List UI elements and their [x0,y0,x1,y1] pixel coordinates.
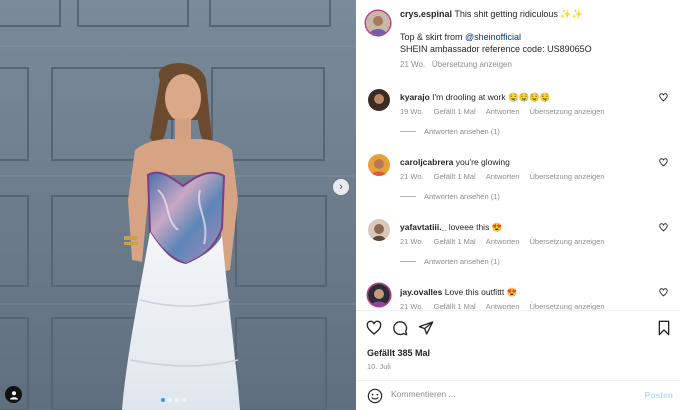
view-replies-label: Antworten ansehen (1) [424,257,500,266]
caption-text: This shit getting ridiculous ✨✨ [454,9,583,19]
comments-scroll-area[interactable]: crys.espinal This shit getting ridiculou… [356,0,680,310]
action-bar [366,320,434,336]
caption-time: 21 Wo. [400,60,426,69]
caption-line: Top & skirt from [400,32,466,42]
reply-button[interactable]: Antworten [486,237,520,246]
comment-likes-button[interactable]: Gefällt 1 Mal [434,107,476,116]
see-translation-button[interactable]: Übersetzung anzeigen [432,60,512,69]
comment-username[interactable]: caroljcabrera [400,157,453,167]
like-comment-heart-icon[interactable] [659,158,668,167]
chevron-right-icon: › [339,180,343,193]
comment-composer: Posten [356,380,680,410]
heart-icon[interactable] [366,320,382,336]
avatar[interactable] [368,284,390,306]
comment-username[interactable]: yafavtatiii._ [400,222,446,232]
view-replies-label: Antworten ansehen (1) [424,127,500,136]
carousel-dot [182,398,186,402]
post-media[interactable]: › [0,0,356,410]
see-translation-button[interactable]: Übersetzung anzeigen [530,107,605,116]
post-date: 10. Juli [367,362,391,371]
comment-username[interactable]: kyarajo [400,92,430,102]
comment: jay.ovalles Love this outfittt 😍 21 Wo. … [366,284,672,310]
comment-time: 21 Wo. [400,237,424,246]
like-comment-heart-icon[interactable] [659,288,668,297]
share-icon[interactable] [418,320,434,336]
comment-input[interactable] [391,389,611,399]
comment-likes-button[interactable]: Gefällt 1 Mal [434,302,476,310]
post-comment-button[interactable]: Posten [645,390,673,400]
like-comment-heart-icon[interactable] [659,223,668,232]
comment-likes-button[interactable]: Gefällt 1 Mal [434,237,476,246]
user-tag-icon [9,390,18,399]
reply-button[interactable]: Antworten [486,107,520,116]
caption-line: SHEIN ambassador reference code: US89065… [400,44,592,54]
view-replies-button[interactable]: Antworten ansehen (1) [400,257,500,266]
comment-username[interactable]: jay.ovalles [400,287,442,297]
carousel-dot [168,398,172,402]
emoji-icon[interactable] [367,388,383,404]
avatar[interactable] [368,154,390,176]
comment-text: you're glowing [455,157,510,167]
post-caption: crys.espinal This shit getting ridiculou… [366,8,672,71]
carousel-dot [175,398,179,402]
post-photo [0,0,356,410]
avatar[interactable] [368,89,390,111]
caption-username[interactable]: crys.espinal [400,9,452,19]
comment-time: 21 Wo. [400,302,424,310]
carousel-dot [161,398,165,402]
see-translation-button[interactable]: Übersetzung anzeigen [530,172,605,181]
comment-time: 19 Wo. [400,107,424,116]
bookmark-icon[interactable] [656,320,672,336]
comment-text: loveee this 😍 [448,222,503,232]
carousel-dots [161,398,186,402]
comment-text: Love this outfittt 😍 [444,287,518,297]
see-translation-button[interactable]: Übersetzung anzeigen [530,237,605,246]
view-replies-button[interactable]: Antworten ansehen (1) [400,192,500,201]
reply-button[interactable]: Antworten [486,302,520,310]
see-translation-button[interactable]: Übersetzung anzeigen [530,302,605,310]
avatar[interactable] [366,11,390,35]
comment: kyarajo I'm drooling at work 🤤🤤🤤🤤 19 Wo.… [366,89,672,149]
reply-button[interactable]: Antworten [486,172,520,181]
carousel-next-button[interactable]: › [333,179,349,195]
view-replies-button[interactable]: Antworten ansehen (1) [400,127,500,136]
user-tag-button[interactable] [5,386,22,403]
comment: yafavtatiii._ loveee this 😍 21 Wo. Gefäl… [366,219,672,279]
comment-text: I'm drooling at work 🤤🤤🤤🤤 [432,92,551,102]
post-side-panel: crys.espinal This shit getting ridiculou… [356,0,680,410]
mention-link[interactable]: @sheinofficial [465,32,521,42]
comment-icon[interactable] [392,320,408,336]
avatar[interactable] [368,219,390,241]
comment-likes-button[interactable]: Gefällt 1 Mal [434,172,476,181]
like-comment-heart-icon[interactable] [659,93,668,102]
view-replies-label: Antworten ansehen (1) [424,192,500,201]
comment: caroljcabrera you're glowing 21 Wo. Gefä… [366,154,672,214]
likes-count[interactable]: Gefällt 385 Mal [367,348,430,358]
post-footer: Gefällt 385 Mal 10. Juli Posten [356,310,680,410]
comment-time: 21 Wo. [400,172,424,181]
